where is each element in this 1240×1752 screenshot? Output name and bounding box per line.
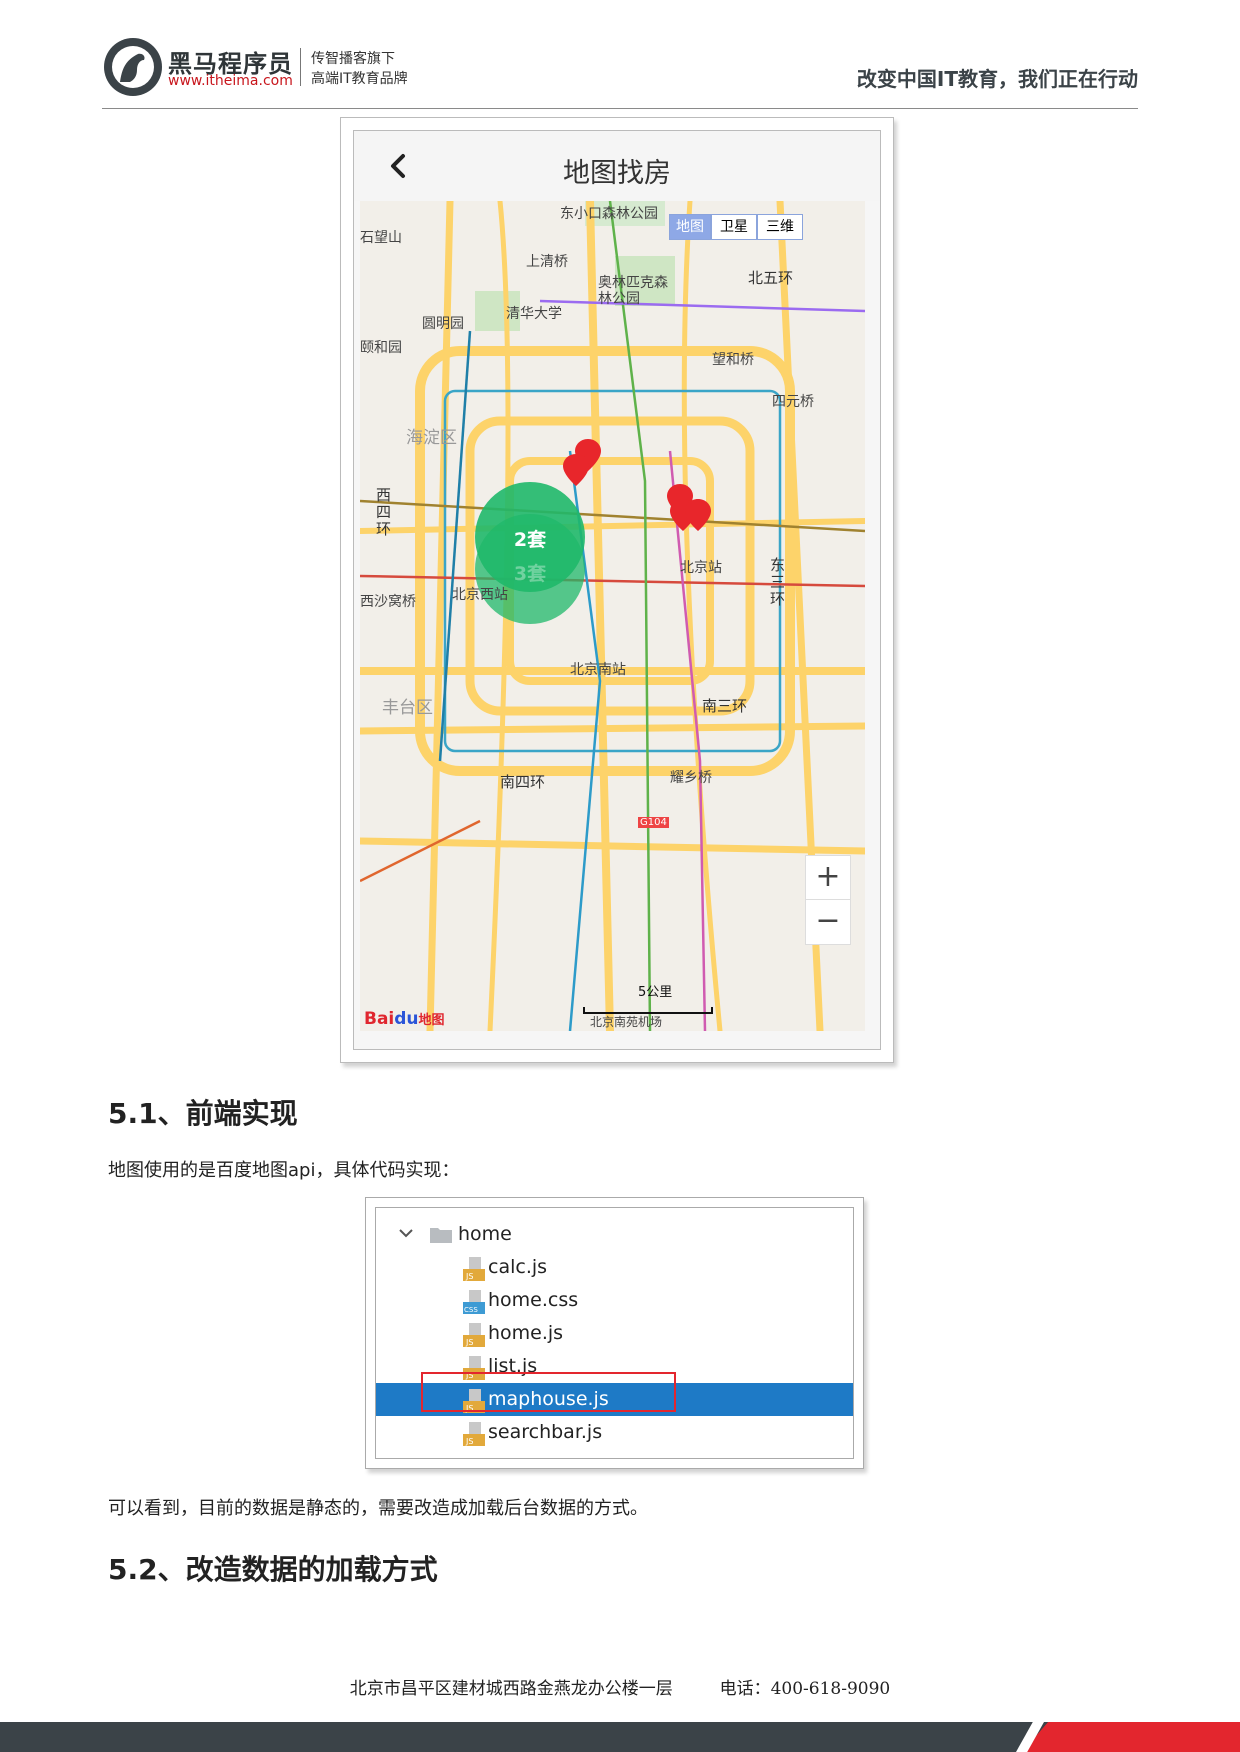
baidu-map[interactable]: 东小口森林公园 上清桥 北五环 奥林匹克森林公园 清华大学 圆明园 颐和园 望和… [360, 201, 865, 1031]
tree-file-row[interactable]: JS calc.js [376, 1251, 853, 1284]
maptype-3d-button[interactable]: 三维 [757, 214, 803, 240]
brand-tagline-1: 传智播客旗下 [311, 51, 395, 67]
js-file-icon: JS [463, 1422, 485, 1446]
map-page-title: 地图找房 [563, 158, 671, 189]
after-tree-text: 可以看到，目前的数据是静态的，需要改造成加载后台数据的方式。 [108, 1498, 648, 1519]
horse-logo-icon [104, 38, 162, 96]
header-divider [102, 108, 1138, 109]
brand-url: www.itheima.com [168, 73, 293, 89]
tree-file-row[interactable]: CSS home.css [376, 1284, 853, 1317]
footer-red-accent [1022, 1722, 1240, 1752]
section-5-1-heading: 5.1、前端实现 [108, 1097, 298, 1130]
map-label: 北京南苑机场 [590, 1015, 663, 1029]
map-label: 海淀区 [406, 428, 457, 448]
file-label: searchbar.js [488, 1421, 603, 1443]
zoom-in-button[interactable]: + [805, 855, 851, 901]
footer-address: 北京市昌平区建材城西路金燕龙办公楼一层 [349, 1679, 673, 1699]
map-label: 奥林匹克森林公园 [598, 275, 668, 307]
file-label: home.css [488, 1289, 579, 1311]
file-label: home.js [488, 1322, 564, 1344]
map-label: 北京站 [680, 560, 722, 576]
baidu-map-logo: Baidu地图 [364, 1009, 445, 1029]
map-label: 北京西站 [452, 587, 508, 603]
footer-phone: 电话：400-618-9090 [719, 1679, 891, 1699]
file-tree: home JS calc.js CSS home.css JS home.js … [375, 1207, 854, 1459]
map-label: 望和桥 [712, 352, 754, 368]
map-label: 四元桥 [772, 394, 814, 410]
map-label: 北五环 [748, 269, 794, 287]
file-label: calc.js [488, 1256, 548, 1278]
tree-file-row[interactable]: JS home.js [376, 1317, 853, 1350]
map-label: 石望山 [360, 230, 402, 246]
svg-text:JS: JS [465, 1437, 473, 1446]
map-label: 颐和园 [360, 340, 402, 356]
tree-folder-row[interactable]: home [376, 1218, 853, 1251]
cluster-count-label[interactable]: 2套 [480, 525, 580, 552]
map-scale-label: 5公里 [638, 985, 673, 1000]
zoom-out-button[interactable]: − [805, 899, 851, 945]
folder-label: home [458, 1223, 512, 1245]
map-label: 耀乡桥 [670, 770, 712, 786]
map-label: 清华大学 [506, 306, 562, 322]
map-screenshot-frame: 地图找房 东小口森林公园 上清桥 北五环 奥林匹克森林公园 清华大学 圆明园 颐… [340, 117, 894, 1063]
highlight-box [421, 1372, 676, 1412]
tree-file-row[interactable]: JS searchbar.js [376, 1416, 853, 1449]
page-header: 黑马程序员 www.itheima.com 传智播客旗下 高端IT教育品牌 改变… [0, 0, 1240, 110]
maptype-map-button[interactable]: 地图 [669, 214, 711, 240]
map-navbar: 地图找房 [354, 131, 880, 201]
brand-tagline-2: 高端IT教育品牌 [311, 71, 408, 87]
cluster-count-label[interactable]: 3套 [480, 559, 580, 586]
section-5-2-heading: 5.2、改造数据的加载方式 [108, 1553, 438, 1586]
map-label: 丰台区 [382, 698, 433, 718]
map-label: 西沙窝桥 [360, 594, 416, 610]
js-file-icon: JS [463, 1323, 485, 1347]
map-label: 北京南站 [570, 662, 626, 678]
svg-text:CSS: CSS [464, 1306, 478, 1314]
svg-text:JS: JS [465, 1272, 473, 1281]
section-5-1-text: 地图使用的是百度地图api，具体代码实现： [108, 1160, 460, 1181]
folder-icon [430, 1228, 452, 1243]
map-label: 东三环 [770, 556, 786, 608]
map-label: 西四环 [376, 486, 392, 538]
map-label: 上清桥 [526, 254, 568, 270]
file-tree-screenshot: home JS calc.js CSS home.css JS home.js … [365, 1197, 864, 1469]
map-label: 南四环 [500, 773, 546, 791]
maptype-satellite-button[interactable]: 卫星 [711, 214, 757, 240]
svg-text:JS: JS [465, 1338, 473, 1347]
map-label: 南三环 [702, 697, 748, 715]
chevron-down-icon[interactable] [398, 1225, 414, 1241]
css-file-icon: CSS [463, 1290, 485, 1314]
js-file-icon: JS [463, 1257, 485, 1281]
map-label: 东小口森林公园 [560, 206, 658, 222]
map-label: 圆明园 [422, 316, 464, 332]
page-footer-text: 北京市昌平区建材城西路金燕龙办公楼一层 电话：400-618-9090 [0, 1674, 1240, 1699]
map-label: G104 [638, 817, 669, 828]
map-phone-screen: 地图找房 东小口森林公园 上清桥 北五环 奥林匹克森林公园 清华大学 圆明园 颐… [353, 130, 881, 1050]
header-slogan: 改变中国IT教育，我们正在行动 [856, 67, 1138, 91]
brand-divider [300, 48, 301, 86]
